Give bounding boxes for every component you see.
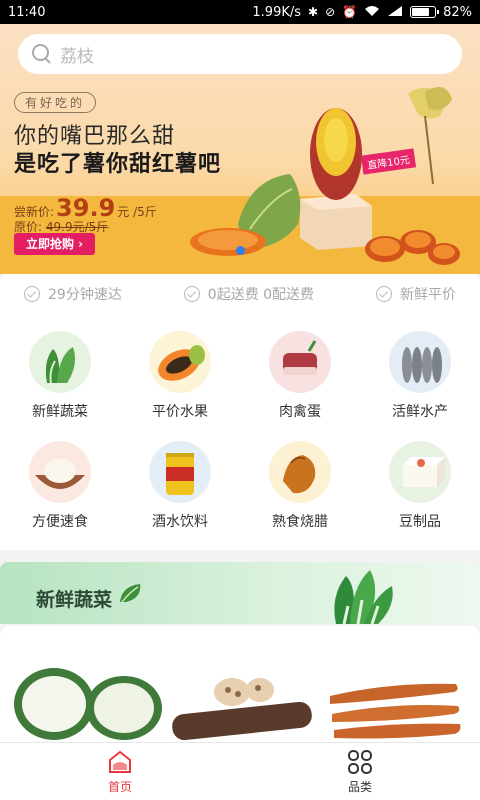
category-label: 肉禽蛋 (279, 404, 321, 420)
product-carrot[interactable] (330, 683, 461, 739)
banner-page-indicator (236, 246, 245, 255)
search-input[interactable]: 荔枝 (18, 34, 462, 74)
roast-chicken-icon (269, 441, 331, 503)
category-fruits[interactable]: 平价水果 (120, 314, 240, 424)
category-label: 豆制品 (399, 514, 441, 530)
leaf-icon (120, 584, 141, 603)
promo-tag: 有好吃的 (14, 92, 97, 113)
category-seafood[interactable]: 活鲜水产 (360, 314, 480, 424)
bluetooth-icon: ✱ (308, 5, 319, 19)
product-list (0, 626, 480, 742)
product-images (14, 668, 461, 741)
bok-choy-icon (334, 570, 393, 624)
papaya-icon (149, 331, 211, 393)
promo-banner[interactable]: 荔枝 有好吃的 你的嘴巴那么甜 是吃了薯你甜红薯吧 尝新价: 39.9 元 /5… (0, 24, 480, 274)
new-price-unit: 元 /5斤 (117, 205, 157, 219)
category-label: 方便速食 (32, 514, 88, 530)
feature-item: 29分钟速达 (24, 284, 122, 304)
old-price-value: 49.9元/5斤 (45, 220, 109, 234)
feature-label: 29分钟速达 (48, 287, 122, 303)
battery-percent: 82% (443, 4, 472, 20)
vegetable-icon (29, 331, 91, 393)
status-bar: 11:40 1.99K/s ✱ ⊘ ⏰ 82% (0, 0, 480, 24)
category-label: 酒水饮料 (152, 514, 208, 530)
battery-fill (412, 8, 430, 16)
screen: 11:40 1.99K/s ✱ ⊘ ⏰ 82% 荔枝 有好吃的 你的嘴巴那么甜 … (0, 0, 480, 800)
status-icons: 1.99K/s ✱ ⊘ ⏰ 82% (252, 5, 472, 20)
nav-home[interactable]: 首页 (0, 743, 240, 800)
home-icon (109, 750, 131, 773)
silent-icon: ⊘ (325, 5, 336, 19)
category-instant-food[interactable]: 方便速食 (0, 424, 120, 534)
nav-category[interactable]: 品类 (240, 743, 480, 800)
feature-strip: 29分钟速达 0起送费 0配送费 新鲜平价 (0, 274, 480, 314)
tofu-icon (389, 441, 451, 503)
category-meat[interactable]: 肉禽蛋 (240, 314, 360, 424)
feature-item: 0起送费 0配送费 (183, 284, 315, 304)
feature-label: 新鲜平价 (400, 287, 456, 303)
battery-icon (410, 6, 440, 18)
check-circle-icon (376, 286, 392, 302)
product-winter-melon[interactable] (14, 668, 162, 740)
feature-label: 0起送费 0配送费 (207, 287, 315, 303)
category-label: 平价水果 (152, 404, 208, 420)
category-tofu[interactable]: 豆制品 (360, 424, 480, 534)
nav-home-label: 首页 (107, 779, 132, 794)
check-circle-icon (24, 286, 40, 302)
signal-icon (387, 5, 403, 19)
instant-food-icon (29, 441, 91, 503)
old-price-label: 原价: (14, 220, 43, 234)
alarm-icon: ⏰ (342, 5, 358, 19)
banner-headline-2: 是吃了薯你甜红薯吧 (14, 152, 222, 177)
product-lotus-root[interactable] (171, 678, 313, 741)
category-label: 熟食烧腊 (272, 514, 328, 530)
category-label: 活鲜水产 (392, 404, 448, 420)
category-grid-icon (348, 749, 372, 774)
buy-now-button[interactable]: 立即抢购 › (14, 233, 96, 255)
category-grid: 新鲜蔬菜 平价水果 肉禽蛋 活鲜水产 方便速食 酒水饮料 熟食烧腊 豆制品 (0, 314, 480, 550)
category-label: 新鲜蔬菜 (32, 404, 88, 420)
feature-item: 新鲜平价 (376, 284, 456, 304)
category-roast[interactable]: 熟食烧腊 (240, 424, 360, 534)
section-title: 新鲜蔬菜 (36, 589, 113, 611)
wifi-icon (364, 5, 380, 19)
nav-category-label: 品类 (347, 779, 372, 794)
meat-icon (269, 331, 331, 393)
check-circle-icon (183, 286, 200, 302)
status-time: 11:40 (8, 4, 46, 20)
bottom-nav: 首页 品类 (0, 742, 480, 800)
shrimp-icon (389, 331, 451, 393)
search-placeholder: 荔枝 (60, 46, 94, 67)
section-banner-vegetables[interactable]: 新鲜蔬菜 (0, 562, 480, 624)
drink-can-icon (149, 441, 211, 503)
category-vegetables[interactable]: 新鲜蔬菜 (0, 314, 120, 424)
net-speed: 1.99K/s (252, 4, 302, 20)
search-icon (32, 44, 52, 64)
category-drinks[interactable]: 酒水饮料 (120, 424, 240, 534)
